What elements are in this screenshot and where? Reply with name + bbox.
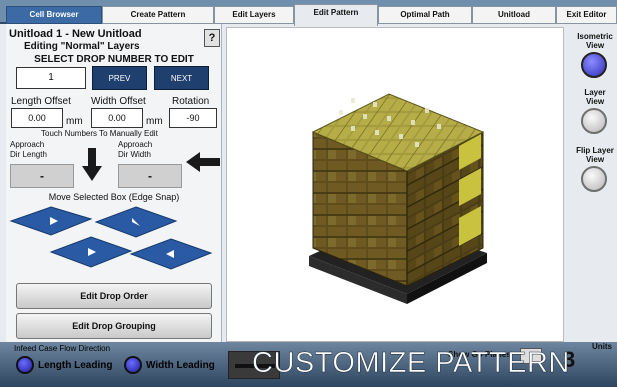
isometric-view-label-2: View <box>585 41 605 50</box>
unitload-render <box>309 93 487 304</box>
flip-layer-view-button[interactable] <box>581 166 607 192</box>
tab-exit-editor[interactable]: Exit Editor <box>556 6 617 24</box>
tab-optimal-path[interactable]: Optimal Path <box>378 6 472 24</box>
approach-length-field[interactable]: - <box>10 164 74 188</box>
width-leading-radio[interactable] <box>124 356 142 374</box>
tab-edit-layers[interactable]: Edit Layers <box>214 6 294 24</box>
tab-cell-browser[interactable]: Cell Browser <box>6 6 102 24</box>
unitload-title: Unitload 1 - New Unitload <box>9 28 142 40</box>
help-button[interactable]: ? <box>204 29 220 47</box>
prev-button[interactable]: PREV <box>92 66 147 90</box>
customize-pattern-title: CUSTOMIZE PATTERN <box>252 347 570 380</box>
arrow-down-icon[interactable] <box>82 148 102 182</box>
rotation-label: Rotation <box>172 96 210 107</box>
snap-down-left-button[interactable] <box>49 236 133 268</box>
edit-drop-order-button[interactable]: Edit Drop Order <box>16 283 212 309</box>
length-offset-field[interactable]: 0.00 <box>11 108 63 128</box>
units-label: Units <box>592 342 612 351</box>
width-offset-field[interactable]: 0.00 <box>91 108 143 128</box>
snap-up-left-button[interactable] <box>9 206 93 236</box>
next-button[interactable]: NEXT <box>154 66 209 90</box>
isometric-view-label: Isometric <box>577 32 613 41</box>
edit-drop-grouping-button[interactable]: Edit Drop Grouping <box>16 313 212 339</box>
width-offset-label: Width Offset <box>91 96 146 107</box>
view-controls: Isometric View Layer View Flip Layer Vie… <box>567 24 617 342</box>
length-leading-label: Length Leading <box>38 360 113 371</box>
tab-create-pattern[interactable]: Create Pattern <box>102 6 214 24</box>
manual-edit-hint: Touch Numbers To Manually Edit <box>41 129 158 138</box>
isometric-view-button[interactable] <box>581 52 607 78</box>
layer-view-button[interactable] <box>581 108 607 134</box>
layer-view-label: Layer <box>584 88 606 97</box>
flip-layer-view-label: Flip Layer <box>576 146 614 155</box>
bottom-bar: Infeed Case Flow Direction Length Leadin… <box>0 342 617 387</box>
edge-snap-pad <box>9 206 213 270</box>
move-heading: Move Selected Box (Edge Snap) <box>48 192 180 202</box>
tab-edit-pattern[interactable]: Edit Pattern <box>294 4 378 26</box>
drop-number-field[interactable]: 1 <box>16 67 86 89</box>
tab-unitload[interactable]: Unitload <box>472 6 556 24</box>
snap-up-right-button[interactable] <box>94 206 178 238</box>
flip-layer-view-label-2: View <box>585 155 605 164</box>
width-leading-label: Width Leading <box>146 360 215 371</box>
length-unit: mm <box>66 116 83 127</box>
approach-width-label: Approach <box>118 140 153 149</box>
infeed-direction-label: Infeed Case Flow Direction <box>14 344 111 353</box>
approach-width-field[interactable]: - <box>118 164 182 188</box>
length-offset-label: Length Offset <box>11 96 71 107</box>
length-leading-radio[interactable] <box>16 356 34 374</box>
pallet-3d-view[interactable] <box>226 27 564 342</box>
tab-bar: Cell Browser Create Pattern Edit Layers … <box>0 0 617 26</box>
layer-view-label-2: View <box>585 97 605 106</box>
edit-panel: Unitload 1 - New Unitload Editing "Norma… <box>6 24 222 342</box>
editing-layers-label: Editing "Normal" Layers <box>24 41 140 52</box>
arrow-left-icon[interactable] <box>186 152 220 172</box>
snap-down-right-button[interactable] <box>129 238 213 270</box>
drop-heading: SELECT DROP NUMBER TO EDIT <box>34 54 194 65</box>
width-unit: mm <box>146 116 163 127</box>
rotation-field[interactable]: -90 <box>169 108 217 128</box>
